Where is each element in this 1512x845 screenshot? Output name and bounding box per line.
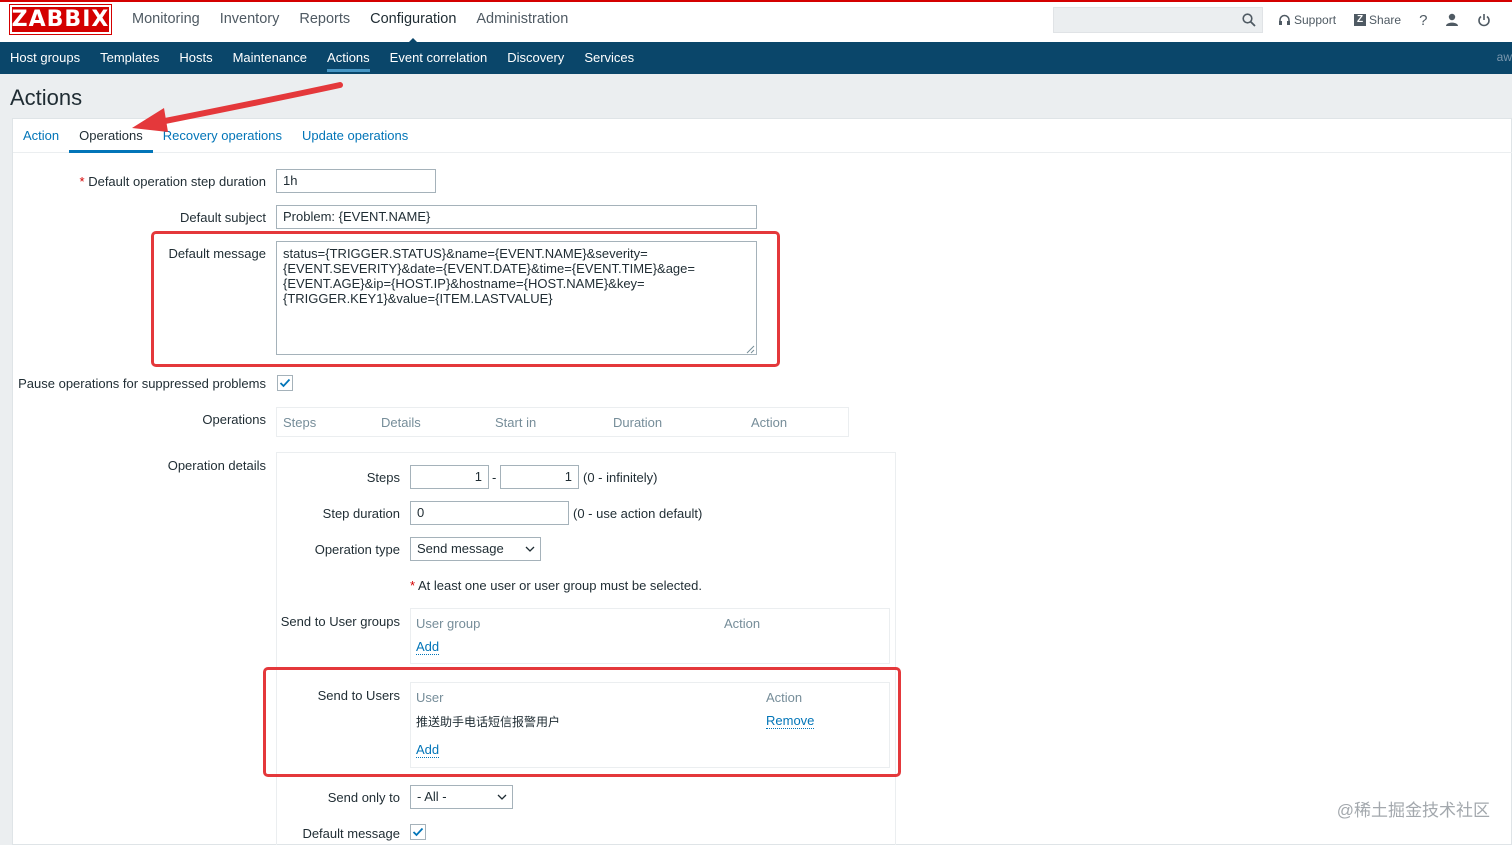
steps-hint: (0 - infinitely) bbox=[583, 470, 658, 485]
share-label: Share bbox=[1369, 13, 1402, 27]
col-duration: Duration bbox=[613, 415, 663, 430]
menu-inventory[interactable]: Inventory bbox=[210, 2, 290, 42]
share-icon: Z bbox=[1354, 14, 1367, 26]
highlight-box-default-message bbox=[151, 231, 780, 367]
send-only-to-select[interactable]: - All - bbox=[410, 785, 513, 809]
pause-operations-label: Pause operations for suppressed problems bbox=[18, 376, 266, 391]
menu-reports[interactable]: Reports bbox=[289, 2, 360, 42]
menu-administration[interactable]: Administration bbox=[466, 2, 578, 42]
search-icon[interactable] bbox=[1242, 13, 1256, 27]
power-icon bbox=[1478, 14, 1491, 27]
checkmark-icon bbox=[279, 378, 291, 388]
profile-button[interactable] bbox=[1445, 13, 1459, 27]
step-duration-label: Default operation step duration bbox=[13, 174, 266, 189]
checkmark-icon bbox=[412, 827, 424, 837]
operation-type-value: Send message bbox=[417, 541, 504, 556]
subnav-services[interactable]: Services bbox=[574, 42, 644, 74]
operation-type-select[interactable]: Send message bbox=[410, 537, 541, 561]
steps-label: Steps bbox=[366, 470, 400, 485]
operations-table: Steps Details Start in Duration Action bbox=[276, 407, 849, 437]
col-steps: Steps bbox=[283, 415, 317, 430]
support-link[interactable]: Support bbox=[1278, 13, 1336, 27]
subnav-hosts[interactable]: Hosts bbox=[169, 42, 222, 74]
operation-details-label: Operation details bbox=[167, 458, 266, 473]
page-title: Actions bbox=[10, 85, 83, 110]
col-action: Action bbox=[751, 415, 788, 430]
op-step-duration-input[interactable]: 0 bbox=[410, 501, 569, 525]
col-user-group-action: Action bbox=[724, 616, 761, 631]
send-only-to-label: Send only to bbox=[327, 790, 400, 805]
menu-configuration[interactable]: Configuration bbox=[360, 2, 466, 44]
operation-type-label: Operation type bbox=[314, 542, 400, 557]
col-user-group: User group bbox=[416, 616, 481, 631]
operations-label: Operations bbox=[202, 412, 266, 427]
send-only-to-value: - All - bbox=[417, 789, 447, 804]
required-note: At least one user or user group must be … bbox=[410, 578, 702, 593]
highlight-box-send-to-users bbox=[263, 667, 901, 777]
support-label: Support bbox=[1294, 13, 1337, 27]
headset-icon bbox=[1279, 14, 1290, 25]
col-details: Details bbox=[381, 415, 421, 430]
help-button[interactable]: ? bbox=[1419, 12, 1427, 29]
annotation-arrow-icon bbox=[132, 82, 343, 132]
subnav-discovery[interactable]: Discovery bbox=[497, 42, 574, 74]
steps-from-input[interactable]: 1 bbox=[410, 465, 489, 489]
subnav-templates[interactable]: Templates bbox=[90, 42, 169, 74]
add-user-group-link[interactable]: Add bbox=[416, 639, 440, 655]
op-step-duration-label: Step duration bbox=[322, 506, 400, 521]
header-tools: Support Z Share ? bbox=[1278, 2, 1491, 38]
op-default-message-checkbox[interactable] bbox=[410, 824, 426, 840]
tab-action[interactable]: Action bbox=[13, 119, 69, 152]
op-step-duration-hint: (0 - use action default) bbox=[573, 506, 703, 521]
subnav-right-text: aw bbox=[1496, 50, 1512, 64]
user-icon bbox=[1446, 13, 1459, 26]
default-subject-input[interactable]: Problem: {EVENT.NAME} bbox=[276, 205, 757, 229]
col-start-in: Start in bbox=[495, 415, 537, 430]
zabbix-logo[interactable]: ZABBIX bbox=[9, 4, 112, 35]
chevron-down-icon bbox=[497, 794, 507, 800]
default-subject-label: Default subject bbox=[180, 210, 266, 225]
steps-separator: - bbox=[492, 470, 497, 485]
main-menu: Monitoring Inventory Reports Configurati… bbox=[122, 2, 578, 44]
watermark: @稀土掘金技术社区 bbox=[1336, 801, 1490, 820]
subnav-host-groups[interactable]: Host groups bbox=[0, 42, 90, 74]
subnav-actions[interactable]: Actions bbox=[317, 42, 380, 74]
chevron-down-icon bbox=[525, 546, 535, 552]
top-header: ZABBIX Monitoring Inventory Reports Conf… bbox=[0, 0, 1512, 44]
steps-to-input[interactable]: 1 bbox=[500, 465, 579, 489]
help-icon: ? bbox=[1419, 11, 1428, 29]
signout-button[interactable] bbox=[1477, 13, 1491, 27]
user-groups-table: User group Action Add bbox=[410, 608, 890, 664]
op-default-message-label: Default message bbox=[302, 826, 400, 841]
menu-monitoring[interactable]: Monitoring bbox=[122, 2, 210, 42]
pause-operations-checkbox[interactable] bbox=[277, 375, 293, 391]
search-input[interactable] bbox=[1053, 7, 1263, 33]
subnav-maintenance[interactable]: Maintenance bbox=[223, 42, 317, 74]
subnav-event-correlation[interactable]: Event correlation bbox=[380, 42, 498, 74]
config-subnav: Host groups Templates Hosts Maintenance … bbox=[0, 42, 1512, 74]
step-duration-input[interactable]: 1h bbox=[276, 169, 436, 193]
send-to-user-groups-label: Send to User groups bbox=[280, 614, 400, 629]
share-link[interactable]: Z Share bbox=[1354, 13, 1401, 27]
